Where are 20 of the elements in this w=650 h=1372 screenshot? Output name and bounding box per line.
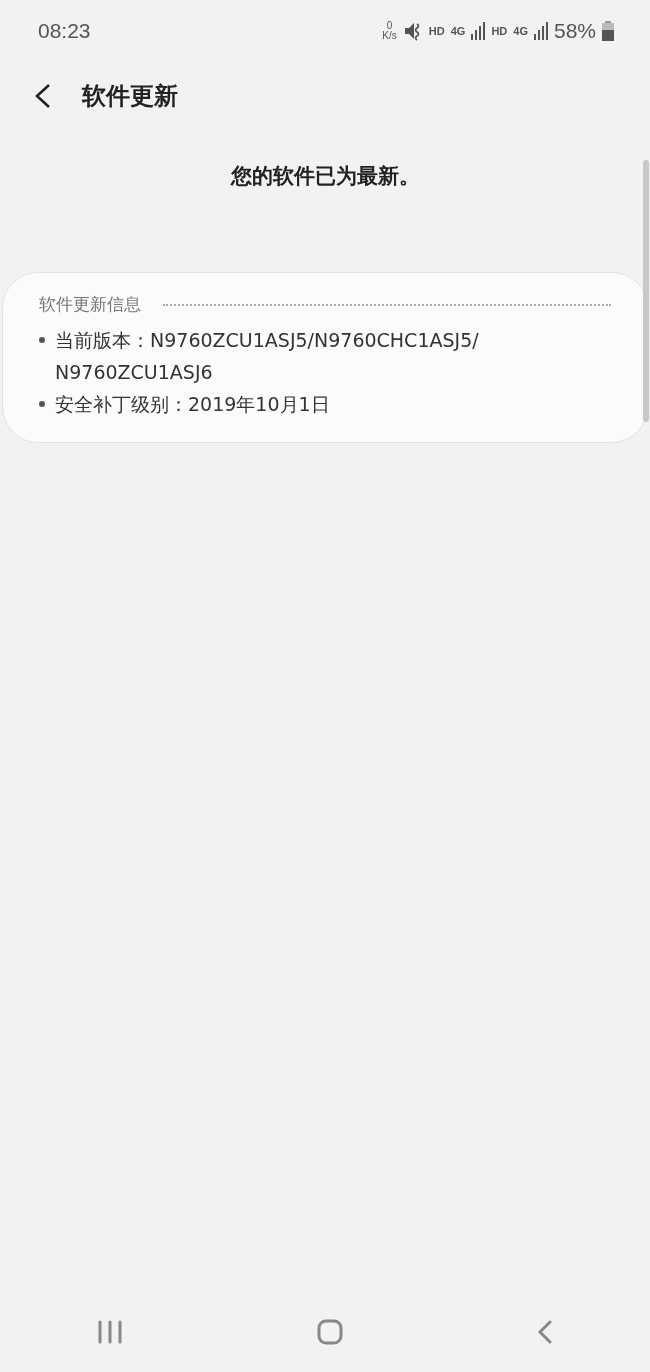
- status-message: 您的软件已为最新。: [229, 163, 421, 190]
- info-text: 安全补丁级别：2019年10月1日: [55, 392, 331, 417]
- battery-percent: 58%: [553, 19, 596, 43]
- page-title: 软件更新: [82, 81, 178, 112]
- bullet: [39, 401, 45, 407]
- home-icon[interactable]: [317, 1319, 343, 1345]
- battery-icon: [602, 21, 614, 41]
- hd-label: HD: [491, 25, 508, 37]
- info-text: 当前版本：N9760ZCU1ASJ5/N9760CHC1ASJ5/ N9760ZCU1ASJ6: [55, 328, 480, 385]
- section-heading: 软件更新信息: [39, 293, 141, 316]
- signal-icon: [533, 22, 548, 40]
- bullet: [39, 337, 45, 343]
- recent-apps-icon[interactable]: [97, 1320, 123, 1344]
- clock: 08:23: [38, 19, 91, 43]
- network-label: 4G: [513, 25, 528, 37]
- network-speed: 0 K/s: [382, 21, 397, 41]
- signal-icon: [471, 22, 486, 40]
- hd-label: HD: [428, 25, 445, 37]
- network-label: 4G: [450, 25, 466, 37]
- back-icon[interactable]: [34, 83, 52, 109]
